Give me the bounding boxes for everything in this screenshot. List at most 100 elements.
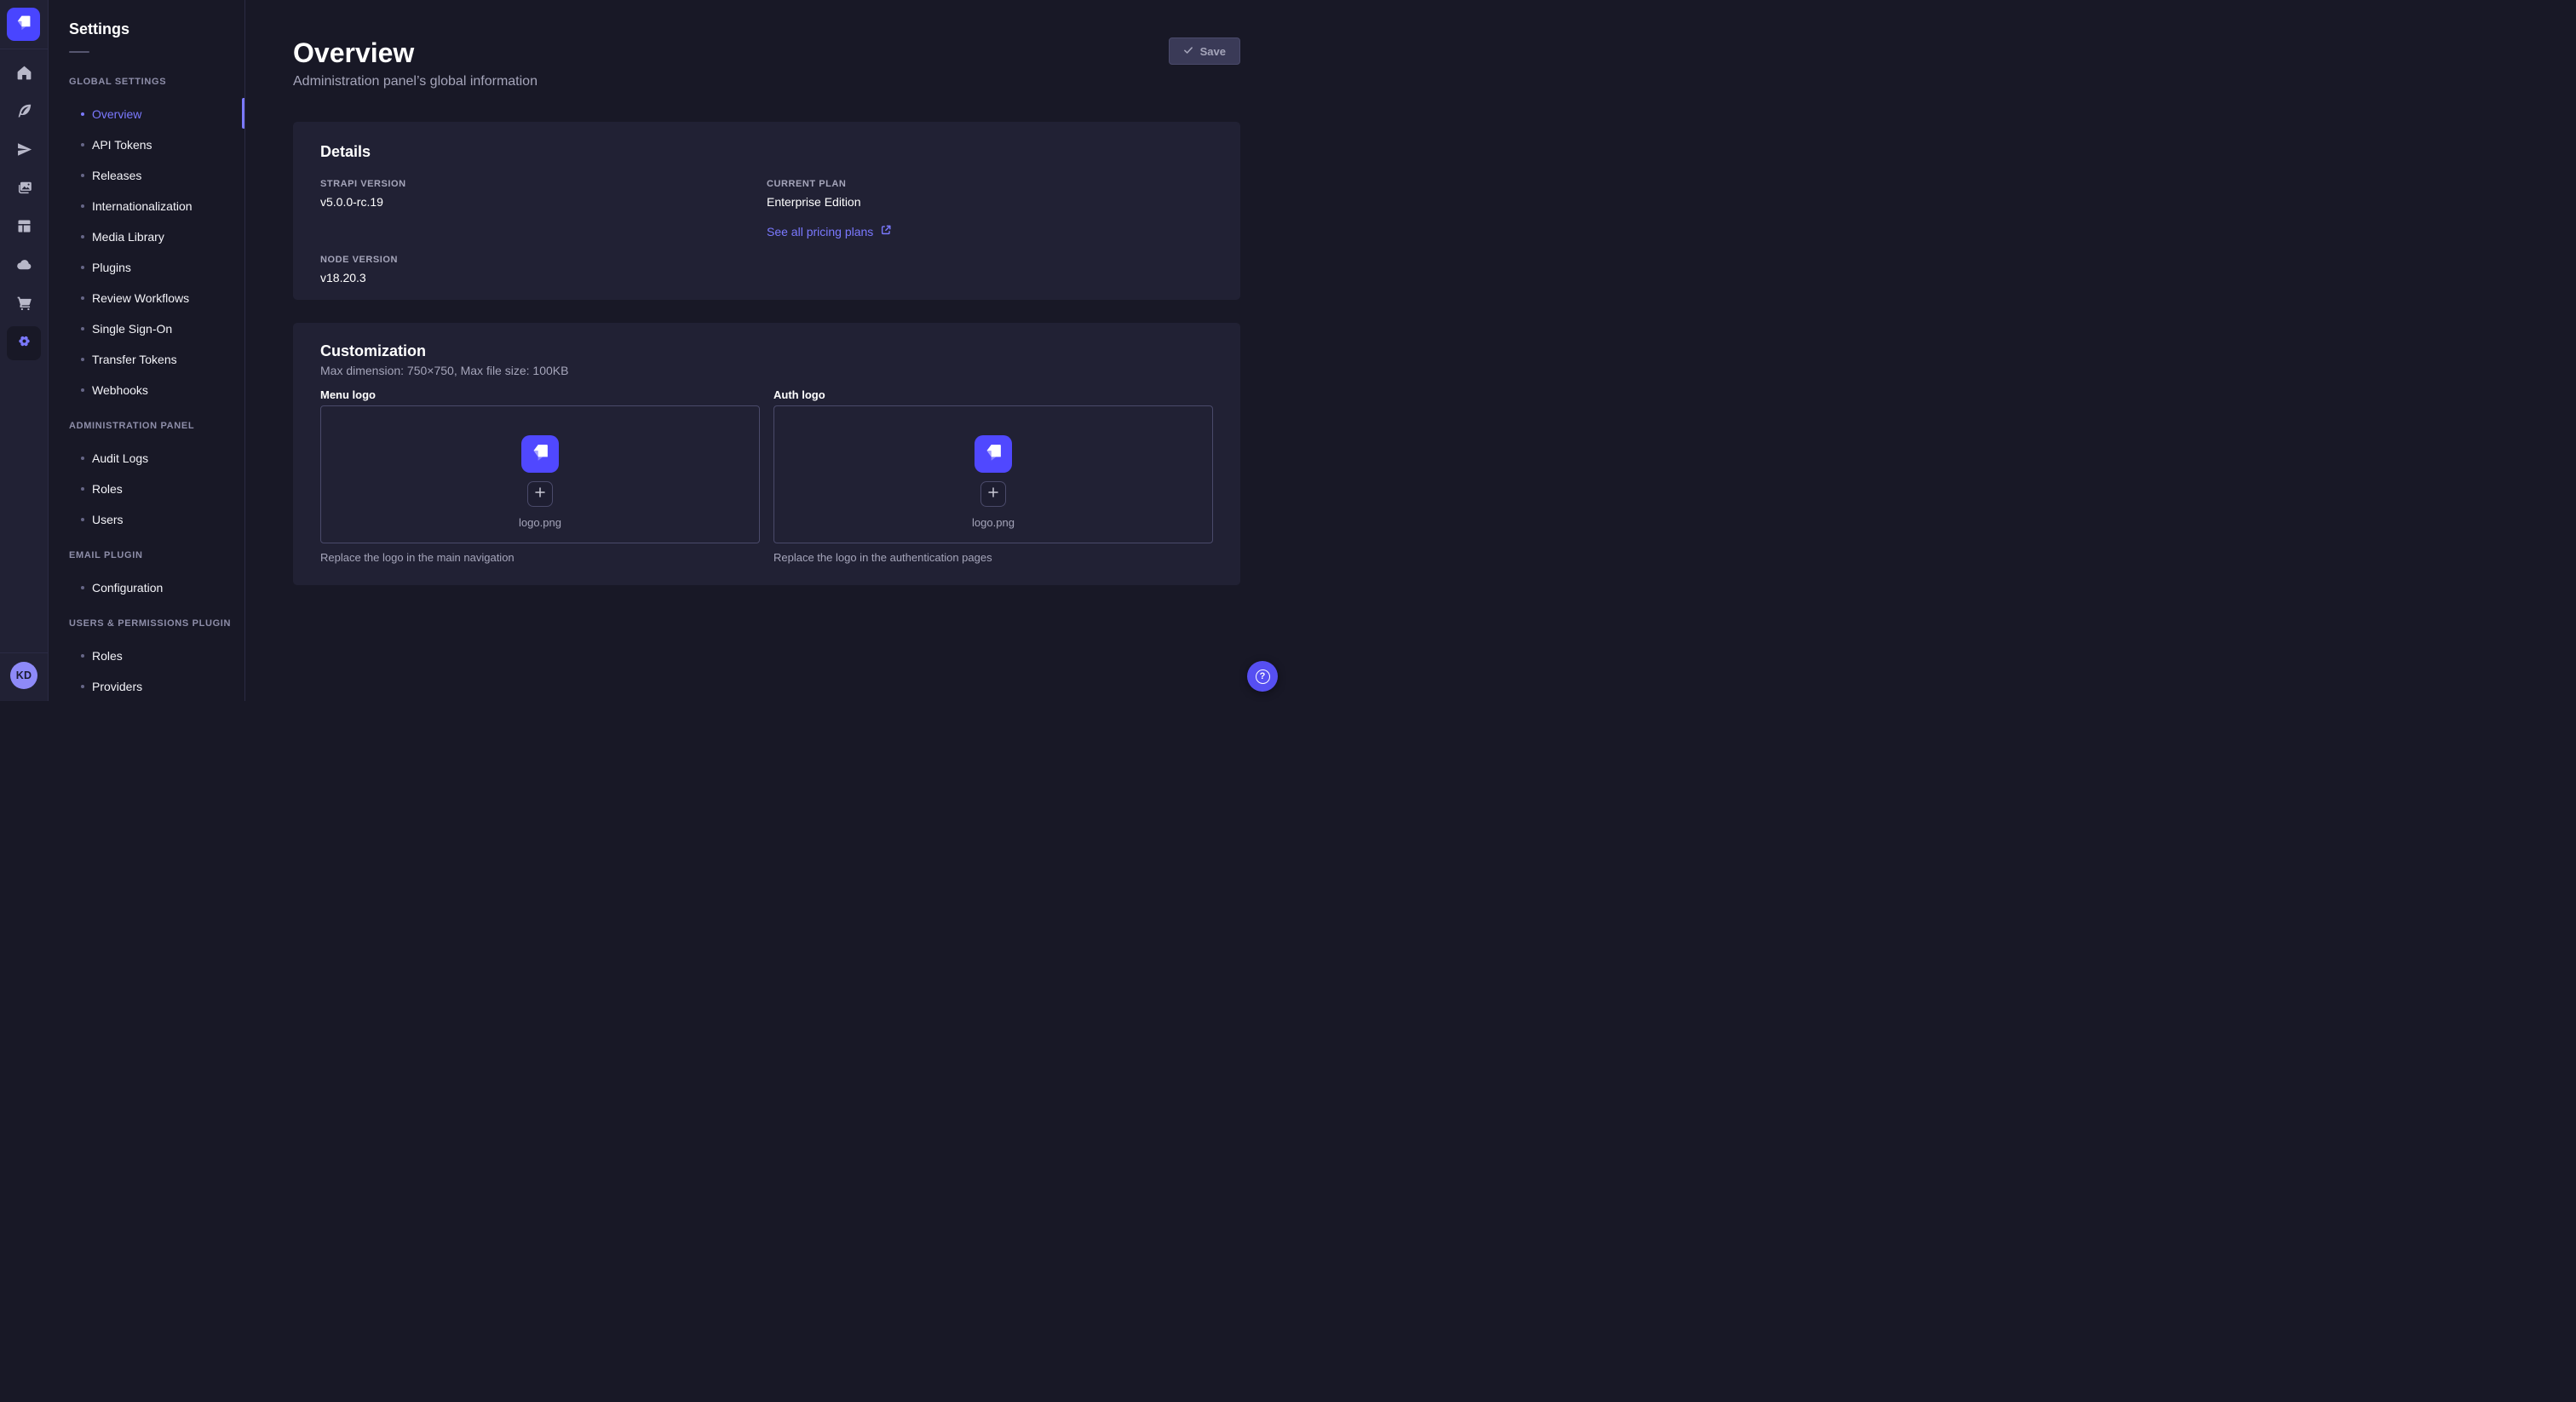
auth-logo-filename: logo.png <box>972 516 1015 529</box>
cart-icon <box>15 294 33 316</box>
plus-icon <box>533 486 547 503</box>
nav-media-library-button[interactable] <box>7 173 41 207</box>
sidebar-item-audit-logs[interactable]: Audit Logs <box>69 443 244 474</box>
sidebar-item-label: Webhooks <box>92 383 148 397</box>
current-plan-field: CURRENT PLAN Enterprise Edition <box>767 178 1213 210</box>
field-label: NODE VERSION <box>320 254 767 267</box>
check-icon <box>1183 45 1193 58</box>
sidebar-item-label: Providers <box>92 680 142 693</box>
details-card: Details STRAPI VERSION v5.0.0-rc.19 NODE… <box>293 122 1240 300</box>
layout-icon <box>15 217 33 239</box>
nav-content-manager-button[interactable] <box>7 211 41 245</box>
sidebar-item-single-sign-on[interactable]: Single Sign-On <box>69 313 244 344</box>
node-version-field: NODE VERSION v18.20.3 <box>320 254 767 285</box>
paper-plane-icon <box>15 141 33 163</box>
images-icon <box>15 179 33 201</box>
administration-panel-list: Audit Logs Roles Users <box>69 443 244 535</box>
sidebar-item-overview[interactable]: Overview <box>69 99 244 129</box>
sidebar-item-media-library[interactable]: Media Library <box>69 221 244 252</box>
details-left-column: STRAPI VERSION v5.0.0-rc.19 NODE VERSION… <box>320 178 767 285</box>
sidebar-item-api-tokens[interactable]: API Tokens <box>69 129 244 160</box>
email-plugin-list: Configuration <box>69 572 244 603</box>
field-value: Enterprise Edition <box>767 195 1213 210</box>
question-mark-icon: ? <box>1256 669 1270 684</box>
plus-icon <box>986 486 1000 503</box>
strapi-version-field: STRAPI VERSION v5.0.0-rc.19 <box>320 178 767 210</box>
nav-releases-button[interactable] <box>7 135 41 169</box>
rail-divider-bottom <box>0 652 48 653</box>
page-title: Overview <box>293 36 1240 70</box>
external-link-icon <box>880 224 892 239</box>
bullet-icon <box>81 296 84 300</box>
customization-card: Customization Max dimension: 750×750, Ma… <box>293 323 1240 585</box>
auth-logo-add-button[interactable] <box>980 481 1006 507</box>
field-value: v5.0.0-rc.19 <box>320 195 767 210</box>
sidebar-item-label: Internationalization <box>92 199 193 213</box>
auth-logo-upload-box[interactable]: logo.png <box>773 405 1213 543</box>
auth-logo-preview <box>975 435 1012 473</box>
save-button-label: Save <box>1200 45 1226 58</box>
bullet-icon <box>81 327 84 330</box>
bullet-icon <box>81 174 84 177</box>
nav-home-button[interactable] <box>7 58 41 92</box>
strapi-logo-icon <box>13 12 34 37</box>
field-label: CURRENT PLAN <box>767 178 1213 191</box>
main-content: Overview Administration panel’s global i… <box>245 0 1288 701</box>
auth-logo-section: Auth logo logo.png Replace the logo in t… <box>773 388 1213 565</box>
sidebar-item-admin-roles[interactable]: Roles <box>69 474 244 504</box>
nav-content-type-builder-button[interactable] <box>7 96 41 130</box>
sidebar-item-internationalization[interactable]: Internationalization <box>69 191 244 221</box>
sidebar-item-label: API Tokens <box>92 138 152 152</box>
help-button[interactable]: ? <box>1247 661 1278 692</box>
sidebar-item-label: Roles <box>92 482 123 496</box>
strapi-logo-icon <box>528 440 552 468</box>
sidebar-item-label: Single Sign-On <box>92 322 172 336</box>
save-button[interactable]: Save <box>1169 37 1240 65</box>
nav-settings-button[interactable] <box>7 326 41 360</box>
sidebar-item-releases[interactable]: Releases <box>69 160 244 191</box>
pricing-plans-link[interactable]: See all pricing plans <box>767 224 892 239</box>
cloud-icon <box>15 256 33 278</box>
customization-card-subtitle: Max dimension: 750×750, Max file size: 1… <box>320 364 1213 378</box>
sidebar-item-webhooks[interactable]: Webhooks <box>69 375 244 405</box>
menu-logo-label: Menu logo <box>320 388 760 402</box>
customization-card-title: Customization <box>320 342 1213 360</box>
nav-marketplace-button[interactable] <box>7 288 41 322</box>
sidebar-item-up-roles[interactable]: Roles <box>69 641 244 671</box>
bullet-icon <box>81 586 84 589</box>
sidebar-title-divider <box>69 51 89 53</box>
bullet-icon <box>81 358 84 361</box>
sidebar-item-up-providers[interactable]: Providers <box>69 671 244 702</box>
sidebar-item-plugins[interactable]: Plugins <box>69 252 244 283</box>
bullet-icon <box>81 487 84 491</box>
logo-upload-row: Menu logo logo.png Replace the logo in t… <box>320 388 1213 565</box>
sidebar-item-email-configuration[interactable]: Configuration <box>69 572 244 603</box>
settings-sidebar: Settings GLOBAL SETTINGS Overview API To… <box>49 0 245 701</box>
sidebar-item-label: Media Library <box>92 230 164 244</box>
section-users-permissions-plugin: USERS & PERMISSIONS PLUGIN <box>69 618 244 629</box>
feather-icon <box>15 102 33 124</box>
page-subtitle: Administration panel’s global informatio… <box>293 73 1240 90</box>
menu-logo-filename: logo.png <box>519 516 561 529</box>
sidebar-item-label: Roles <box>92 649 123 663</box>
details-card-title: Details <box>320 142 1213 161</box>
bullet-icon <box>81 112 84 116</box>
strapi-logo-button[interactable] <box>7 8 40 41</box>
bullet-icon <box>81 388 84 392</box>
sidebar-item-label: Users <box>92 513 124 526</box>
menu-logo-upload-box[interactable]: logo.png <box>320 405 760 543</box>
sidebar-item-transfer-tokens[interactable]: Transfer Tokens <box>69 344 244 375</box>
sidebar-item-review-workflows[interactable]: Review Workflows <box>69 283 244 313</box>
home-icon <box>15 64 33 86</box>
bullet-icon <box>81 143 84 147</box>
bullet-icon <box>81 457 84 460</box>
sidebar-title: Settings <box>69 19 244 39</box>
sidebar-item-admin-users[interactable]: Users <box>69 504 244 535</box>
bullet-icon <box>81 266 84 269</box>
details-fields: STRAPI VERSION v5.0.0-rc.19 NODE VERSION… <box>320 178 1213 285</box>
gear-icon <box>15 332 33 354</box>
global-settings-list: Overview API Tokens Releases Internation… <box>69 99 244 405</box>
user-avatar[interactable]: KD <box>10 662 37 689</box>
nav-cloud-button[interactable] <box>7 250 41 284</box>
menu-logo-add-button[interactable] <box>527 481 553 507</box>
